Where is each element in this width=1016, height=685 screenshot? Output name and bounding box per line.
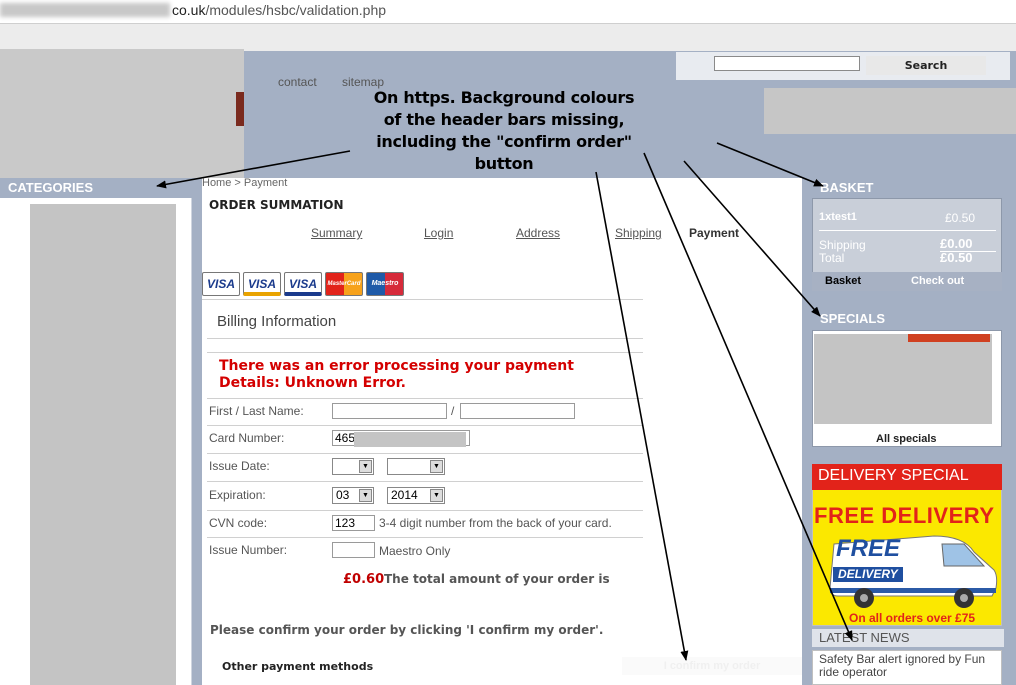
free-delivery-headline: FREE DELIVERY — [814, 503, 995, 528]
mastercard-icon: MasterCard — [325, 272, 363, 296]
error-line-1: There was an error processing your payme… — [219, 358, 574, 374]
checkout-link[interactable]: Check out — [911, 275, 964, 287]
maestro-card-icon: Maestro — [366, 272, 404, 296]
browser-toolbar — [0, 24, 1016, 51]
issue-date-label: Issue Date: — [209, 459, 270, 473]
step-shipping-link[interactable]: Shipping — [615, 226, 662, 240]
annotation-line: including the "confirm order" — [376, 132, 632, 151]
name-separator: / — [451, 404, 455, 418]
cvn-value: 123 — [335, 516, 356, 530]
annotation-line: of the header bars missing, — [383, 110, 625, 129]
payment-error-message: There was an error processing your payme… — [219, 358, 574, 392]
chevron-down-icon: ▼ — [430, 489, 443, 502]
chevron-down-icon: ▼ — [359, 460, 372, 473]
basket-item-name[interactable]: 1xtest1 — [819, 211, 857, 223]
card-number-prefix: 465 — [335, 431, 356, 445]
all-specials-link[interactable]: All specials — [876, 433, 937, 445]
chevron-down-icon: ▼ — [430, 460, 443, 473]
expiration-year-select[interactable]: 2014 ▼ — [387, 487, 445, 504]
divider — [207, 481, 643, 482]
step-payment-current: Payment — [689, 226, 740, 240]
expiration-label: Expiration: — [209, 488, 266, 502]
expiration-month-value: 03 — [336, 488, 350, 502]
order-total-label: The total amount of your order is — [384, 572, 610, 586]
divider — [207, 510, 643, 511]
expiration-year-value: 2014 — [391, 488, 418, 502]
main-content — [202, 178, 802, 685]
divider — [207, 352, 643, 353]
special-product-image — [908, 334, 990, 342]
delivery-special-heading: DELIVERY SPECIAL — [818, 467, 969, 484]
visa-debit-card-icon: VISA — [243, 272, 281, 296]
url-redacted-segment — [0, 3, 170, 17]
card-number-redacted — [354, 432, 466, 447]
basket-item-price: £0.50 — [945, 211, 976, 225]
search-input[interactable] — [714, 56, 860, 71]
shipping-label: Shipping — [819, 238, 866, 252]
first-name-input[interactable] — [332, 403, 447, 419]
confirm-order-button[interactable]: I confirm my order — [622, 657, 802, 675]
search-button[interactable]: Search — [866, 56, 986, 75]
order-total-amount: £0.60 — [343, 572, 385, 587]
divider — [202, 299, 643, 300]
step-address-link[interactable]: Address — [516, 226, 560, 240]
other-payment-methods-link[interactable]: Other payment methods — [222, 660, 373, 673]
step-summary-link[interactable]: Summary — [311, 226, 362, 240]
url-path: /modules/hsbc/validation.php — [205, 2, 387, 18]
order-summation-title: ORDER SUMMATION — [209, 198, 344, 212]
contact-link[interactable]: contact — [278, 75, 317, 89]
chevron-down-icon: ▼ — [359, 489, 372, 502]
step-login-link[interactable]: Login — [424, 226, 453, 240]
latest-news-title: LATEST NEWS — [812, 629, 1004, 647]
name-label: First / Last Name: — [209, 404, 304, 418]
issue-number-input[interactable] — [332, 542, 375, 558]
divider — [207, 425, 643, 426]
cvn-hint: 3-4 digit number from the back of your c… — [379, 516, 612, 530]
categories-title: CATEGORIES — [8, 180, 93, 195]
total-label: Total — [819, 251, 845, 265]
news-item-link[interactable]: Safety Bar alert ignored by Fun ride ope… — [819, 653, 999, 679]
last-name-input[interactable] — [460, 403, 575, 419]
categories-list-redacted — [30, 204, 176, 685]
issue-year-select[interactable]: ▼ — [387, 458, 445, 475]
basket-link[interactable]: Basket — [825, 275, 861, 287]
shipping-value: £0.00 — [940, 236, 973, 251]
divider — [819, 230, 996, 231]
expiration-month-select[interactable]: 03 ▼ — [332, 487, 374, 504]
issue-month-select[interactable]: ▼ — [332, 458, 374, 475]
billing-information-heading: Billing Information — [217, 313, 337, 330]
total-value: £0.50 — [940, 250, 973, 265]
url-host: co.uk — [172, 2, 206, 18]
annotation-line: button — [474, 154, 534, 173]
divider — [207, 338, 643, 339]
url-text[interactable]: co.uk/modules/hsbc/validation.php — [172, 2, 386, 18]
card-number-label: Card Number: — [209, 431, 285, 445]
basket-title: BASKET — [820, 180, 874, 195]
annotation-note: On https. Background colours of the head… — [352, 87, 656, 175]
annotation-line: On https. Background colours — [373, 88, 635, 107]
confirm-instruction: Please confirm your order by clicking 'I… — [210, 623, 604, 637]
special-product-redacted[interactable] — [814, 334, 992, 424]
issue-number-hint: Maestro Only — [379, 544, 451, 558]
visa-card-icon: VISA — [202, 272, 240, 296]
delivery-minimum-note: On all orders over £75 — [849, 611, 976, 625]
cvn-input[interactable]: 123 — [332, 515, 375, 531]
header-banner-redacted — [764, 88, 1016, 134]
logo-fragment — [236, 92, 244, 126]
visa-electron-card-icon: VISA — [284, 272, 322, 296]
error-line-2: Details: Unknown Error. — [219, 375, 406, 391]
van-delivery-text: DELIVERY — [833, 567, 903, 582]
divider — [207, 398, 643, 399]
page-root: co.uk/modules/hsbc/validation.php contac… — [0, 0, 1016, 685]
divider — [207, 537, 643, 538]
divider — [207, 453, 643, 454]
issue-number-label: Issue Number: — [209, 543, 288, 557]
cvn-label: CVN code: — [209, 516, 268, 530]
specials-title: SPECIALS — [820, 311, 886, 326]
site-logo-redacted[interactable] — [0, 49, 244, 178]
breadcrumb: Home > Payment — [202, 177, 288, 189]
van-free-text: FREE — [836, 535, 901, 562]
